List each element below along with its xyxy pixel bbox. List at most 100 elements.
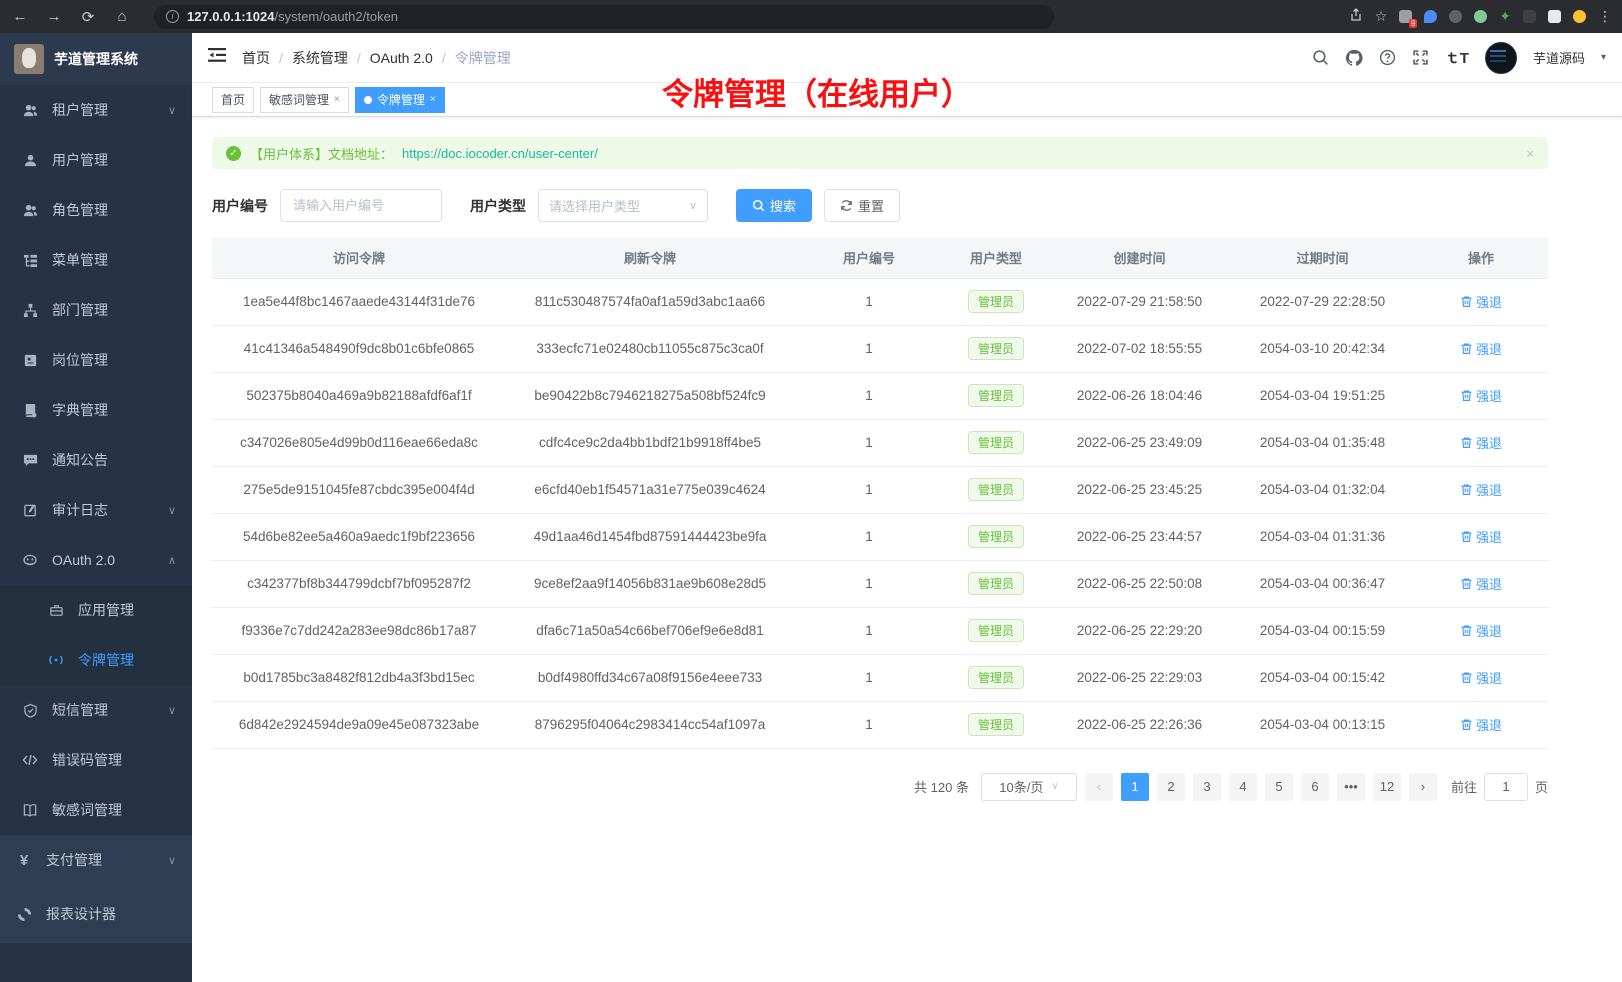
- page-button-1[interactable]: 1: [1121, 773, 1149, 801]
- sidebar-item-label: OAuth 2.0: [52, 552, 168, 568]
- page-button-5[interactable]: 5: [1265, 773, 1293, 801]
- sidebar-item-post[interactable]: 岗位管理: [0, 335, 192, 385]
- tab-token-management[interactable]: 令牌管理 ×: [355, 87, 445, 113]
- force-logout-button[interactable]: 强退: [1460, 668, 1502, 687]
- menu-kebab-icon[interactable]: ⋮: [1598, 8, 1612, 25]
- caret-down-icon[interactable]: ▾: [1601, 52, 1606, 63]
- tab-sensitive-words[interactable]: 敏感词管理 ×: [260, 87, 349, 113]
- col-user-type: 用户类型: [944, 238, 1048, 278]
- force-logout-button[interactable]: 强退: [1460, 339, 1502, 358]
- forward-icon[interactable]: →: [44, 8, 64, 25]
- page-button-12[interactable]: 12: [1373, 773, 1401, 801]
- force-logout-button[interactable]: 强退: [1460, 715, 1502, 734]
- page-button-2[interactable]: 2: [1157, 773, 1185, 801]
- font-size-icon[interactable]: ｔT: [1445, 47, 1469, 68]
- user-id-cell: 1: [794, 466, 944, 513]
- page-button-3[interactable]: 3: [1193, 773, 1221, 801]
- help-icon[interactable]: [1379, 49, 1396, 66]
- breadcrumb-system[interactable]: 系统管理: [292, 48, 348, 68]
- force-logout-button[interactable]: 强退: [1460, 386, 1502, 405]
- close-icon[interactable]: ×: [430, 94, 436, 105]
- tab-label: 敏感词管理: [269, 91, 329, 108]
- username[interactable]: 芋道源码: [1533, 48, 1585, 67]
- force-logout-button[interactable]: 强退: [1460, 433, 1502, 452]
- page-ellipsis[interactable]: •••: [1337, 773, 1365, 801]
- breadcrumb-oauth[interactable]: OAuth 2.0: [370, 50, 433, 66]
- reset-button[interactable]: 重置: [824, 189, 900, 222]
- extension-count-badge: 9: [1409, 19, 1417, 28]
- sidebar-item-oauth-app[interactable]: 应用管理: [0, 585, 192, 635]
- table-row: 275e5de9151045fe87cbdc395e004f4de6cfd40e…: [212, 466, 1548, 513]
- access-token-cell: c342377bf8b344799dcbf7bf095287f2: [212, 560, 506, 607]
- force-logout-button[interactable]: 强退: [1460, 621, 1502, 640]
- sidebar-item-dept[interactable]: 部门管理: [0, 285, 192, 335]
- sidepanel-icon[interactable]: [1548, 10, 1561, 23]
- sidebar-item-role[interactable]: 角色管理: [0, 185, 192, 235]
- alert-close-icon[interactable]: ×: [1526, 146, 1534, 161]
- kite-extension-icon[interactable]: [1424, 10, 1437, 23]
- pin-extension-icon[interactable]: [1523, 10, 1536, 23]
- refresh-token-cell: 9ce8ef2aa9f14056b831ae9b608e28d5: [506, 560, 794, 607]
- sidebar-collapse-icon[interactable]: [208, 47, 226, 68]
- force-logout-button[interactable]: 强退: [1460, 292, 1502, 311]
- breadcrumb-home[interactable]: 首页: [242, 48, 270, 68]
- star-extension-icon[interactable]: ✦: [1499, 8, 1511, 25]
- sidebar-item-sensitive[interactable]: 敏感词管理: [0, 785, 192, 835]
- annotation-red-text: 令牌管理（在线用户）: [662, 69, 972, 114]
- tab-home[interactable]: 首页: [212, 87, 254, 113]
- page-button-4[interactable]: 4: [1229, 773, 1257, 801]
- sidebar-item-tenant[interactable]: 租户管理 ∨: [0, 85, 192, 135]
- prev-page-button[interactable]: ‹: [1085, 773, 1113, 801]
- code-icon: [22, 752, 38, 768]
- sidebar-item-notice[interactable]: 通知公告: [0, 435, 192, 485]
- trash-icon: [1460, 530, 1473, 543]
- sidebar-item-oauth-token[interactable]: 令牌管理: [0, 635, 192, 685]
- user-id-input[interactable]: [280, 189, 442, 222]
- page-button-6[interactable]: 6: [1301, 773, 1329, 801]
- force-logout-button[interactable]: 强退: [1460, 480, 1502, 499]
- close-icon[interactable]: ×: [334, 94, 340, 105]
- sidebar-item-menu[interactable]: 菜单管理: [0, 235, 192, 285]
- bookmark-star-icon[interactable]: ☆: [1375, 8, 1388, 25]
- url-bar[interactable]: i 127.0.0.1:1024/system/oauth2/token: [154, 5, 1054, 29]
- sidebar-item-oauth[interactable]: OAuth 2.0 ∧: [0, 535, 192, 585]
- force-logout-button[interactable]: 强退: [1460, 574, 1502, 593]
- page-size-select[interactable]: 10条/页 ∨: [981, 773, 1077, 801]
- actions-cell: 强退: [1414, 607, 1548, 654]
- sidebar-item-audit[interactable]: 审计日志 ∨: [0, 485, 192, 535]
- app-logo[interactable]: 芋道管理系统: [0, 33, 192, 85]
- sidebar-item-report[interactable]: 报表设计器: [0, 885, 192, 943]
- next-page-button[interactable]: ›: [1409, 773, 1437, 801]
- user-id-cell: 1: [794, 654, 944, 701]
- extension-badge-icon[interactable]: 9: [1399, 10, 1412, 23]
- search-icon[interactable]: [1312, 49, 1329, 66]
- fullscreen-icon[interactable]: [1412, 49, 1429, 66]
- github-icon[interactable]: [1345, 49, 1363, 67]
- home-icon[interactable]: ⌂: [112, 8, 132, 25]
- back-icon[interactable]: ←: [10, 8, 30, 25]
- alert-doc-link[interactable]: https://doc.iocoder.cn/user-center/: [402, 146, 598, 161]
- sidebar-item-pay[interactable]: ¥ 支付管理 ∨: [0, 835, 192, 885]
- reload-icon[interactable]: ⟳: [78, 8, 98, 26]
- col-user-id: 用户编号: [794, 238, 944, 278]
- expires-cell: 2054-03-04 01:31:36: [1231, 513, 1414, 560]
- yen-icon: ¥: [16, 852, 32, 868]
- cmd-extension-icon[interactable]: [1449, 10, 1462, 23]
- created-cell: 2022-07-02 18:55:55: [1048, 325, 1231, 372]
- sidebar-item-sms[interactable]: 短信管理 ∨: [0, 685, 192, 735]
- force-logout-button[interactable]: 强退: [1460, 527, 1502, 546]
- site-info-icon[interactable]: i: [166, 10, 179, 23]
- green-extension-icon[interactable]: [1474, 10, 1487, 23]
- sidebar-item-user[interactable]: 用户管理: [0, 135, 192, 185]
- share-icon[interactable]: [1349, 8, 1363, 25]
- search-button[interactable]: 搜索: [736, 189, 812, 222]
- comment-icon: [22, 452, 38, 468]
- trash-icon: [1460, 295, 1473, 308]
- user-avatar[interactable]: [1485, 42, 1517, 74]
- user-type-select[interactable]: 请选择用户类型 ∨: [538, 189, 708, 222]
- sidebar-item-errcode[interactable]: 错误码管理: [0, 735, 192, 785]
- profile-avatar-icon[interactable]: [1573, 10, 1586, 23]
- goto-page-input[interactable]: [1484, 773, 1528, 801]
- tab-label: 首页: [221, 91, 245, 108]
- sidebar-item-dict[interactable]: 字典管理: [0, 385, 192, 435]
